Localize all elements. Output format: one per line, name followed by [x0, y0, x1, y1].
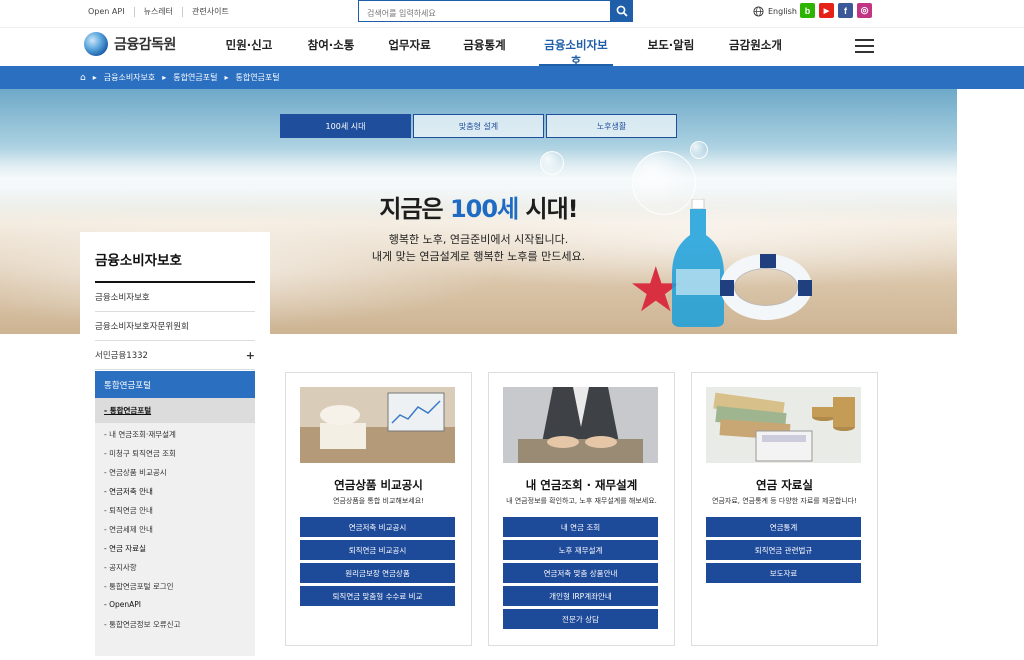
card-button[interactable]: 개인형 IRP계좌안내: [503, 586, 658, 606]
card-my-pension: 내 연금조회 · 재무설계 내 연금정보를 확인하고, 노후 재무설계를 해보세…: [488, 372, 675, 646]
bottle-icon: [672, 199, 724, 327]
card-pension-library: 연금 자료실 연금자료, 연금통계 등 다양한 자료를 제공합니다! 연금통계 …: [691, 372, 878, 646]
card-title: 연금상품 비교공시: [334, 478, 423, 492]
breadcrumb-item[interactable]: 금융소비자보호: [104, 72, 156, 83]
sidebar-item-pension-portal[interactable]: 통합연금포털: [95, 371, 255, 398]
tab-retirement-life[interactable]: 노후생활: [546, 114, 677, 138]
open-api-link[interactable]: Open API: [88, 7, 135, 17]
blog-icon[interactable]: b: [800, 3, 815, 18]
hero-title: 지금은 100세 시대!: [379, 195, 578, 223]
card-product-compare: 연금상품 비교공시 연금상품을 통합 비교해보세요! 연금저축 비교공시 퇴직연…: [285, 372, 472, 646]
related-sites-link[interactable]: 관련사이트: [183, 7, 238, 17]
menu-participation[interactable]: 참여·소통: [305, 37, 357, 66]
breadcrumb-sep-icon: ▸: [224, 73, 229, 82]
menu-statistics[interactable]: 금융통계: [462, 37, 507, 66]
bubble-decoration: [540, 151, 564, 175]
submenu-item[interactable]: 퇴직연금 안내: [104, 505, 153, 516]
utility-links: Open API 뉴스레터 관련사이트: [88, 7, 238, 17]
globe-icon: [753, 6, 764, 17]
card-button[interactable]: 연금저축 맞춤 상품안내: [503, 563, 658, 583]
sidebar: 금융소비자보호 금융소비자보호 금융소비자보호자문위원회 서민금융1332 + 통…: [80, 232, 270, 660]
sidebar-submenu: - 통합연금포털 내 연금조회·재무설계 미청구 퇴직연금 조회 연금상품 비교…: [95, 398, 255, 656]
sidebar-item-1332[interactable]: 서민금융1332 +: [95, 341, 255, 370]
language-switch[interactable]: English: [753, 6, 797, 17]
card-button[interactable]: 연금통계: [706, 517, 861, 537]
card-title: 내 연금조회 · 재무설계: [525, 478, 638, 492]
breadcrumb-item[interactable]: 통합연금포털: [173, 72, 217, 83]
menu-consumer-protection[interactable]: 금융소비자보호: [539, 37, 613, 68]
card-button[interactable]: 내 연금 조회: [503, 517, 658, 537]
utility-bar: Open API 뉴스레터 관련사이트 English b ▶ f ◎: [0, 0, 1024, 27]
submenu-item[interactable]: 연금 자료실: [104, 543, 146, 554]
submenu-item[interactable]: 내 연금조회·재무설계: [104, 429, 176, 440]
search-icon: [616, 5, 628, 17]
sidebar-title: 금융소비자보호: [95, 253, 182, 269]
card-button[interactable]: 연금저축 비교공시: [300, 517, 455, 537]
instagram-icon[interactable]: ◎: [857, 3, 872, 18]
card-button[interactable]: 원리금보장 연금상품: [300, 563, 455, 583]
search-box: [358, 0, 633, 24]
card-desc: 연금상품을 통합 비교해보세요!: [333, 497, 424, 505]
global-nav: 금융감독원 민원·신고 참여·소통 업무자료 금융통계 금융소비자보호 보도·알…: [0, 27, 1024, 68]
tab-100-age[interactable]: 100세 시대: [280, 114, 411, 138]
tab-custom-plan[interactable]: 맞춤형 설계: [413, 114, 544, 138]
card-button[interactable]: 퇴직연금 비교공시: [300, 540, 455, 560]
life-ring-icon: [720, 254, 812, 320]
menu-work-materials[interactable]: 업무자료: [387, 37, 432, 66]
bubble-decoration: [690, 141, 708, 159]
menu-civil-complaint[interactable]: 민원·신고: [224, 37, 274, 66]
breadcrumb-sep-icon: ▸: [92, 73, 97, 82]
search-input[interactable]: [359, 3, 609, 24]
submenu-current[interactable]: - 통합연금포털: [95, 398, 255, 423]
money-photo-image: [706, 387, 861, 463]
submenu-item[interactable]: 통합연금포털 로그인: [104, 581, 173, 592]
submenu-item[interactable]: 공지사항: [104, 562, 137, 573]
plus-icon: +: [245, 348, 255, 362]
breadcrumb-item[interactable]: 통합연금포털: [235, 72, 279, 83]
card-button[interactable]: 노후 재무설계: [503, 540, 658, 560]
submenu-item[interactable]: 연금상품 비교공시: [104, 467, 167, 478]
card-button[interactable]: 보도자료: [706, 563, 861, 583]
sidebar-item-consumer-protection[interactable]: 금융소비자보호: [95, 283, 255, 312]
breadcrumb-sep-icon: ▸: [162, 73, 167, 82]
submenu-item[interactable]: OpenAPI: [104, 600, 141, 609]
sidebar-item-advisory-committee[interactable]: 금융소비자보호자문위원회: [95, 312, 255, 341]
youtube-icon[interactable]: ▶: [819, 3, 834, 18]
submenu-item[interactable]: 연금세제 안내: [104, 524, 153, 535]
search-button[interactable]: [610, 0, 633, 22]
submenu-item[interactable]: 미청구 퇴직연금 조회: [104, 448, 176, 459]
submenu-item[interactable]: 연금저축 안내: [104, 486, 153, 497]
facebook-icon[interactable]: f: [838, 3, 853, 18]
home-icon[interactable]: ⌂: [80, 73, 86, 83]
menu-about[interactable]: 금감원소개: [727, 37, 784, 66]
breadcrumb: ⌂ ▸ 금융소비자보호 ▸ 통합연금포털 ▸ 통합연금포털: [0, 66, 1024, 89]
suit-photo-image: [503, 387, 658, 463]
card-title: 연금 자료실: [756, 478, 813, 492]
card-button[interactable]: 퇴직연금 관련법규: [706, 540, 861, 560]
card-desc: 연금자료, 연금통계 등 다양한 자료를 제공합니다!: [712, 497, 857, 505]
language-label: English: [768, 7, 797, 16]
newsletter-link[interactable]: 뉴스레터: [135, 7, 184, 17]
menu-press[interactable]: 보도·알림: [646, 37, 696, 66]
sns-links: b ▶ f ◎: [800, 3, 872, 18]
card-button[interactable]: 퇴직연금 맞춤형 수수료 비교: [300, 586, 455, 606]
hamburger-menu-icon[interactable]: [855, 39, 874, 57]
hero-tabs: 100세 시대 맞춤형 설계 노후생활: [280, 114, 677, 138]
card-button[interactable]: 전문가 상담: [503, 609, 658, 629]
card-desc: 내 연금정보를 확인하고, 노후 재무설계를 해보세요.: [506, 497, 657, 505]
meeting-photo-image: [300, 387, 455, 463]
submenu-item[interactable]: 통합연금정보 오류신고: [104, 619, 180, 630]
